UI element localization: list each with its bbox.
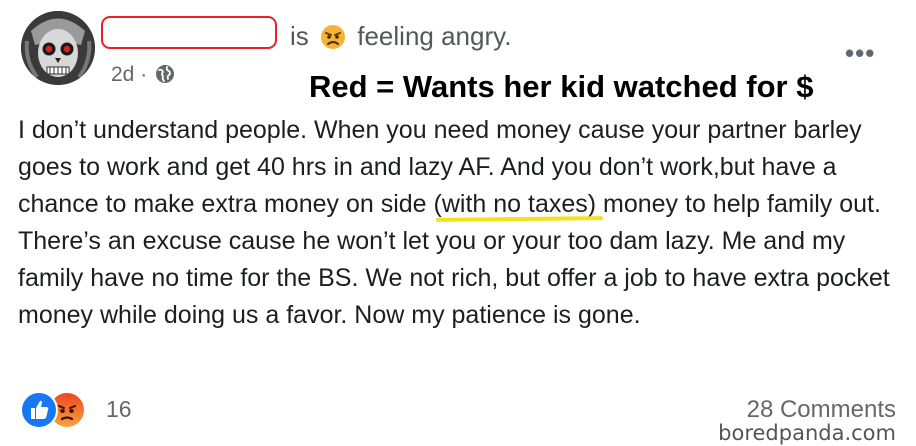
post-body: I don’t understand people. When you need… (18, 112, 908, 334)
watermark: boredpanda.com (716, 421, 898, 445)
annotation-caption: Red = Wants her kid watched for $ (309, 69, 814, 104)
like-icon[interactable] (20, 391, 58, 429)
timestamp-label[interactable]: 2d · (111, 63, 147, 86)
underlined-phrase: (with no taxes) (433, 190, 597, 218)
comments-link[interactable]: 28 Comments (747, 396, 896, 424)
status-is: is (290, 21, 309, 51)
post-timestamp[interactable]: 2d · (111, 62, 175, 91)
redacted-name (101, 16, 277, 49)
globe-icon (155, 64, 175, 91)
avatar[interactable] (21, 11, 95, 85)
status-line: is feeling angry. (290, 20, 511, 57)
reaction-count[interactable]: 16 (106, 396, 132, 423)
more-options-button[interactable]: ••• (845, 40, 875, 66)
angry-face-icon (320, 24, 346, 57)
status-feeling: feeling angry. (357, 21, 512, 51)
